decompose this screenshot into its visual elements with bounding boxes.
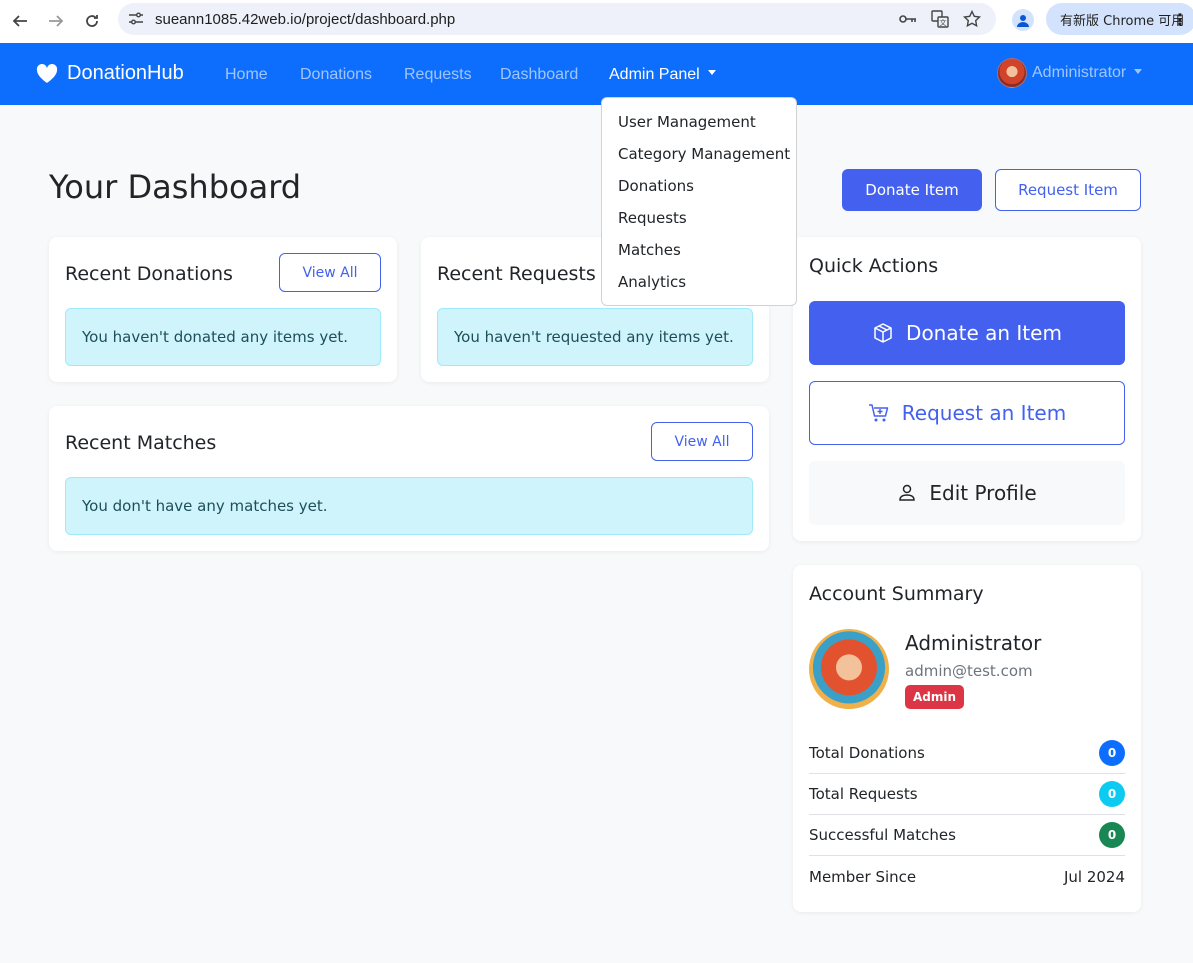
nav-dashboard[interactable]: Dashboard: [500, 66, 578, 84]
chrome-update-button[interactable]: 有新版 Chrome 可用 ⋮: [1046, 3, 1193, 35]
heart-icon: [36, 63, 58, 83]
user-name: Administrator: [1032, 64, 1127, 81]
navbar: DonationHub Home Donations Requests Dash…: [0, 43, 1193, 105]
back-icon[interactable]: [8, 9, 32, 33]
view-all-donations-button[interactable]: View All: [279, 253, 381, 292]
empty-donations-alert: You haven't donated any items yet.: [65, 308, 381, 366]
cart-plus-icon: [868, 404, 889, 422]
menu-item-donations[interactable]: Donations: [602, 170, 796, 202]
quick-actions-card: Quick Actions Donate an Item Request an …: [793, 237, 1141, 541]
recent-donations-card: Recent Donations View All You haven't do…: [49, 237, 397, 382]
menu-item-user-management[interactable]: User Management: [602, 106, 796, 138]
member-since-value: Jul 2024: [1063, 867, 1125, 886]
key-icon[interactable]: [898, 9, 918, 29]
stat-count-badge: 0: [1099, 740, 1125, 766]
forward-icon[interactable]: [44, 9, 68, 33]
menu-item-requests[interactable]: Requests: [602, 202, 796, 234]
caret-down-icon: [1134, 68, 1143, 74]
avatar: [997, 58, 1027, 88]
stat-label: Total Donations: [809, 744, 925, 762]
person-icon: [899, 484, 916, 501]
empty-requests-alert: You haven't requested any items yet.: [437, 308, 753, 366]
caret-down-icon: [707, 70, 716, 76]
stat-count-badge: 0: [1099, 781, 1125, 807]
role-badge: Admin: [905, 685, 965, 709]
stat-total-donations: Total Donations 0: [809, 733, 1125, 774]
stat-label: Total Requests: [809, 785, 918, 803]
quick-actions-title: Quick Actions: [809, 255, 939, 277]
brand-link[interactable]: DonationHub: [36, 62, 184, 85]
admin-panel-label: Admin Panel: [609, 66, 700, 83]
stat-total-requests: Total Requests 0: [809, 774, 1125, 815]
stat-label: Member Since: [809, 867, 917, 886]
edit-profile-button[interactable]: Edit Profile: [809, 461, 1125, 525]
chrome-profile-icon[interactable]: [1012, 9, 1034, 31]
page-title: Your Dashboard: [49, 168, 302, 206]
donate-item-button[interactable]: Donate Item: [842, 169, 982, 211]
account-summary-title: Account Summary: [809, 583, 984, 605]
account-name: Administrator: [905, 631, 1042, 655]
stat-member-since: Member Since Jul 2024: [809, 856, 1125, 897]
user-menu[interactable]: Administrator: [997, 58, 1143, 88]
recent-donations-title: Recent Donations: [65, 263, 233, 285]
nav-admin-panel[interactable]: Admin Panel: [609, 66, 716, 84]
recent-requests-title: Recent Requests: [437, 263, 596, 285]
stat-label: Successful Matches: [809, 826, 956, 844]
nav-requests[interactable]: Requests: [404, 66, 472, 84]
edit-profile-label: Edit Profile: [929, 481, 1037, 505]
request-an-item-label: Request an Item: [901, 401, 1067, 425]
recent-matches-card: Recent Matches View All You don't have a…: [49, 406, 769, 551]
avatar: [809, 629, 889, 709]
reload-icon[interactable]: [80, 9, 104, 33]
stat-count-badge: 0: [1099, 822, 1125, 848]
site-settings-icon[interactable]: [126, 9, 146, 29]
menu-item-matches[interactable]: Matches: [602, 234, 796, 266]
box-icon: [874, 323, 892, 343]
account-email: admin@test.com: [905, 662, 1033, 680]
brand-name: DonationHub: [67, 62, 184, 84]
more-menu-icon[interactable]: ⋮: [1172, 10, 1188, 29]
view-all-matches-button[interactable]: View All: [651, 422, 753, 461]
translate-icon[interactable]: 文: [930, 9, 950, 29]
nav-home[interactable]: Home: [225, 66, 268, 84]
recent-matches-title: Recent Matches: [65, 432, 217, 454]
request-an-item-button[interactable]: Request an Item: [809, 381, 1125, 445]
account-summary-card: Account Summary Administrator admin@test…: [793, 565, 1141, 912]
address-bar[interactable]: sueann1085.42web.io/project/dashboard.ph…: [118, 3, 996, 35]
admin-panel-dropdown: User Management Category Management Dona…: [601, 97, 797, 306]
menu-item-analytics[interactable]: Analytics: [602, 266, 796, 298]
nav-donations[interactable]: Donations: [300, 66, 372, 84]
donate-an-item-button[interactable]: Donate an Item: [809, 301, 1125, 365]
menu-item-category-management[interactable]: Category Management: [602, 138, 796, 170]
empty-matches-alert: You don't have any matches yet.: [65, 477, 753, 535]
update-label: 有新版 Chrome 可用: [1060, 13, 1185, 29]
svg-text:文: 文: [940, 18, 947, 27]
url-text: sueann1085.42web.io/project/dashboard.ph…: [155, 10, 456, 28]
bookmark-star-icon[interactable]: [962, 9, 982, 29]
donate-an-item-label: Donate an Item: [906, 321, 1062, 345]
request-item-button[interactable]: Request Item: [995, 169, 1141, 211]
stat-successful-matches: Successful Matches 0: [809, 815, 1125, 856]
browser-toolbar: sueann1085.42web.io/project/dashboard.ph…: [0, 0, 1193, 43]
